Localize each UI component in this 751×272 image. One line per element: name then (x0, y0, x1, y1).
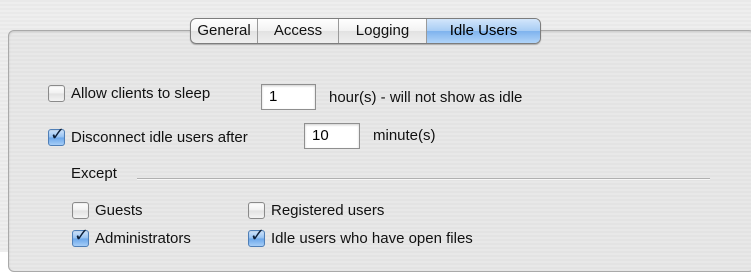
sleep-hours-field[interactable] (261, 84, 316, 110)
disconnect-suffix-row: minute(s) (373, 127, 436, 144)
sleep-row: Allow clients to sleep (48, 85, 210, 102)
guests-checkbox[interactable] (72, 202, 89, 219)
tab-logging[interactable]: Logging (339, 19, 427, 43)
registered-row: Registered users (248, 202, 384, 219)
open-files-row: ✓ Idle users who have open files (248, 226, 473, 247)
disconnect-suffix-label: minute(s) (373, 127, 436, 144)
checkmark-icon: ✓ (250, 225, 266, 245)
sleep-suffix-label: hour(s) - will not show as idle (329, 89, 523, 106)
disconnect-row: ✓ Disconnect idle users after (48, 125, 248, 146)
except-label: Except (71, 165, 117, 182)
tab-access[interactable]: Access (258, 19, 339, 43)
checkmark-icon: ✓ (50, 124, 66, 144)
open-files-label: Idle users who have open files (271, 230, 473, 247)
disconnect-checkbox[interactable]: ✓ (48, 125, 65, 146)
checkmark-icon: ✓ (74, 225, 90, 245)
sleep-suffix-row: hour(s) - will not show as idle (329, 89, 522, 106)
sleep-label: Allow clients to sleep (71, 85, 211, 102)
tab-bar: General Access Logging Idle Users (190, 18, 541, 44)
administrators-label: Administrators (95, 230, 191, 247)
guests-row: Guests (72, 202, 143, 219)
disconnect-minutes-field[interactable] (304, 123, 360, 149)
except-row: Except (71, 165, 117, 182)
administrators-checkbox[interactable]: ✓ (72, 226, 89, 247)
registered-users-checkbox[interactable] (248, 202, 265, 219)
open-files-checkbox[interactable]: ✓ (248, 226, 265, 247)
registered-users-label: Registered users (271, 202, 385, 219)
guests-label: Guests (95, 202, 143, 219)
tab-general[interactable]: General (191, 19, 258, 43)
administrators-row: ✓ Administrators (72, 226, 191, 247)
disconnect-label: Disconnect idle users after (71, 129, 248, 146)
except-separator (137, 178, 710, 180)
tab-idle-users[interactable]: Idle Users (427, 19, 540, 43)
sleep-checkbox[interactable] (48, 85, 65, 102)
